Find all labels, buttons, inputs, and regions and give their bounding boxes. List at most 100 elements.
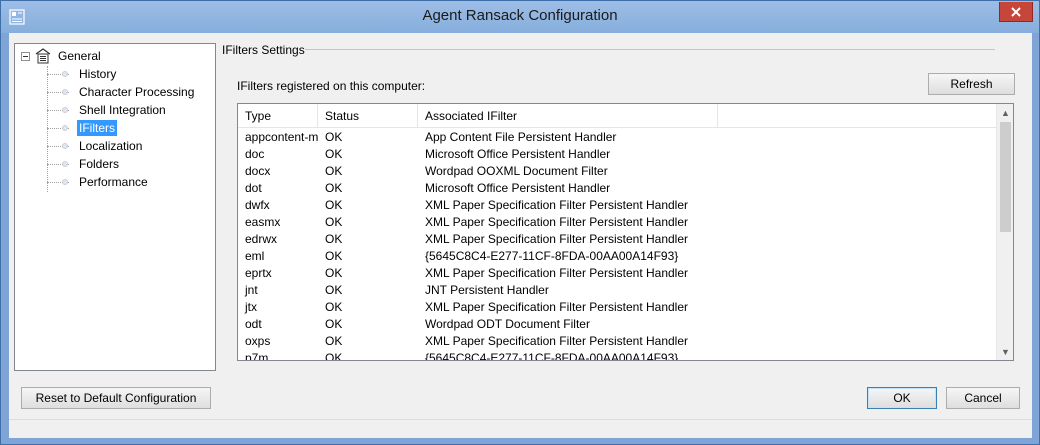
cell-ifilter: JNT Persistent Handler — [425, 283, 549, 297]
tree-item-localization[interactable]: Localization — [47, 137, 144, 155]
table-row[interactable]: edrwx OK XML Paper Specification Filter Pe… — [238, 231, 996, 248]
scroll-down-arrow-icon[interactable]: ▼ — [997, 343, 1013, 360]
collapse-toggle[interactable] — [21, 51, 30, 61]
bullet-icon — [62, 179, 68, 185]
settings-tree[interactable]: General History Character Processing She… — [14, 43, 216, 371]
close-button[interactable] — [999, 2, 1033, 22]
table-row[interactable]: oxps OK XML Paper Specification Filter Per… — [238, 333, 996, 350]
cell-ifilter: Microsoft Office Persistent Handler — [425, 147, 611, 161]
footer-divider — [9, 419, 1032, 420]
cell-type: p7m — [245, 351, 269, 361]
tree-root-label: General — [58, 49, 101, 63]
tree-item-performance[interactable]: Performance — [47, 173, 150, 191]
window-title: Agent Ransack Configuration — [422, 7, 618, 24]
table-row[interactable]: appcontent-ms OK App Content File Persiste… — [238, 129, 996, 146]
cell-type: jtx — [245, 300, 257, 314]
tree-item-character-processing[interactable]: Character Processing — [47, 83, 196, 101]
cell-type: jnt — [245, 283, 258, 297]
registered-label: IFilters registered on this computer: — [237, 79, 426, 93]
tree-root-general[interactable]: General — [21, 47, 103, 65]
table-row[interactable]: jnt OK JNT Persistent Handler — [238, 282, 996, 299]
close-icon — [1011, 6, 1021, 17]
group-title: IFilters Settings — [222, 43, 305, 57]
table-row[interactable]: eml OK {5645C8C4-E277-11CF-8FDA-00AA00A14F… — [238, 248, 996, 265]
cell-type: docx — [245, 164, 271, 178]
cell-status: OK — [325, 334, 343, 348]
cell-status: OK — [325, 147, 343, 161]
list-header: Type Status Associated IFilter — [238, 104, 996, 128]
cell-status: OK — [325, 351, 343, 361]
ifilters-list[interactable]: Type Status Associated IFilter appconten… — [237, 103, 1014, 361]
tree-item-label: Shell Integration — [79, 103, 166, 117]
table-row[interactable]: dot OK Microsoft Office Persistent Handler — [238, 180, 996, 197]
column-header-associated-ifilter[interactable]: Associated IFilter — [418, 104, 718, 128]
cell-status: OK — [325, 130, 343, 144]
tree-item-ifilters[interactable]: IFilters — [47, 119, 117, 137]
bullet-icon — [62, 89, 68, 95]
scroll-up-arrow-icon[interactable]: ▲ — [997, 104, 1013, 121]
cell-status: OK — [325, 215, 343, 229]
vertical-scrollbar[interactable]: ▲ ▼ — [996, 104, 1013, 360]
cell-type: dwfx — [245, 198, 270, 212]
tree-item-shell-integration[interactable]: Shell Integration — [47, 101, 168, 119]
bullet-icon — [62, 143, 68, 149]
cell-ifilter: App Content File Persistent Handler — [425, 130, 617, 144]
cell-type: eprtx — [245, 266, 272, 280]
general-settings-icon — [35, 48, 51, 64]
cell-status: OK — [325, 300, 343, 314]
ok-button[interactable]: OK — [867, 387, 937, 409]
table-row[interactable]: odt OK Wordpad ODT Document Filter — [238, 316, 996, 333]
config-window: Agent Ransack Configuration General Hist… — [0, 0, 1040, 445]
cell-ifilter: {5645C8C4-E277-11CF-8FDA-00AA00A14F93} — [425, 249, 679, 263]
table-row[interactable]: p7m OK {5645C8C4-E277-11CF-8FDA-00AA00A14F… — [238, 350, 996, 361]
cell-ifilter: XML Paper Specification Filter Persisten… — [425, 300, 689, 314]
cell-status: OK — [325, 164, 343, 178]
cell-ifilter: XML Paper Specification Filter Persisten… — [425, 198, 689, 212]
table-row[interactable]: dwfx OK XML Paper Specification Filter Per… — [238, 197, 996, 214]
cell-type: edrwx — [245, 232, 278, 246]
table-row[interactable]: doc OK Microsoft Office Persistent Handler — [238, 146, 996, 163]
table-row[interactable]: easmx OK XML Paper Specification Filter Pe… — [238, 214, 996, 231]
scrollbar-thumb[interactable] — [1000, 122, 1011, 232]
cell-status: OK — [325, 283, 343, 297]
cell-type: dot — [245, 181, 262, 195]
title-bar[interactable]: Agent Ransack Configuration — [1, 1, 1039, 33]
cell-status: OK — [325, 266, 343, 280]
table-row[interactable]: eprtx OK XML Paper Specification Filter Pe… — [238, 265, 996, 282]
group-divider — [305, 49, 995, 50]
column-header-status[interactable]: Status — [318, 104, 418, 128]
column-header-type[interactable]: Type — [238, 104, 318, 128]
cell-type: easmx — [245, 215, 281, 229]
cell-ifilter: Wordpad ODT Document Filter — [425, 317, 590, 331]
table-row[interactable]: docx OK Wordpad OOXML Document Filter — [238, 163, 996, 180]
tree-item-label-selected: IFilters — [77, 120, 117, 136]
cell-status: OK — [325, 198, 343, 212]
cell-status: OK — [325, 249, 343, 263]
cell-ifilter: XML Paper Specification Filter Persisten… — [425, 232, 689, 246]
column-header-empty — [718, 104, 996, 128]
cell-ifilter: XML Paper Specification Filter Persisten… — [425, 215, 689, 229]
tree-item-history[interactable]: History — [47, 65, 118, 83]
tree-item-label: Character Processing — [79, 85, 195, 99]
dialog-client-area: General History Character Processing She… — [9, 33, 1032, 438]
reset-default-button[interactable]: Reset to Default Configuration — [21, 387, 211, 409]
tree-item-folders[interactable]: Folders — [47, 155, 121, 173]
list-rows: appcontent-ms OK App Content File Persiste… — [238, 129, 996, 361]
cell-ifilter: Wordpad OOXML Document Filter — [425, 164, 608, 178]
tree-item-label: History — [79, 67, 117, 81]
cell-type: odt — [245, 317, 262, 331]
tree-item-label: Performance — [79, 175, 148, 189]
cell-type: oxps — [245, 334, 271, 348]
refresh-button[interactable]: Refresh — [928, 73, 1015, 95]
bullet-icon — [62, 71, 68, 77]
cell-ifilter: XML Paper Specification Filter Persisten… — [425, 334, 689, 348]
table-row[interactable]: jtx OK XML Paper Specification Filter Pers… — [238, 299, 996, 316]
bullet-icon — [62, 161, 68, 167]
tree-item-label: Folders — [79, 157, 120, 171]
cell-ifilter: {5645C8C4-E277-11CF-8FDA-00AA00A14F93} — [425, 351, 679, 361]
cancel-button[interactable]: Cancel — [946, 387, 1020, 409]
cell-status: OK — [325, 232, 343, 246]
bullet-icon — [62, 125, 68, 131]
cell-ifilter: Microsoft Office Persistent Handler — [425, 181, 611, 195]
cell-type: doc — [245, 147, 265, 161]
